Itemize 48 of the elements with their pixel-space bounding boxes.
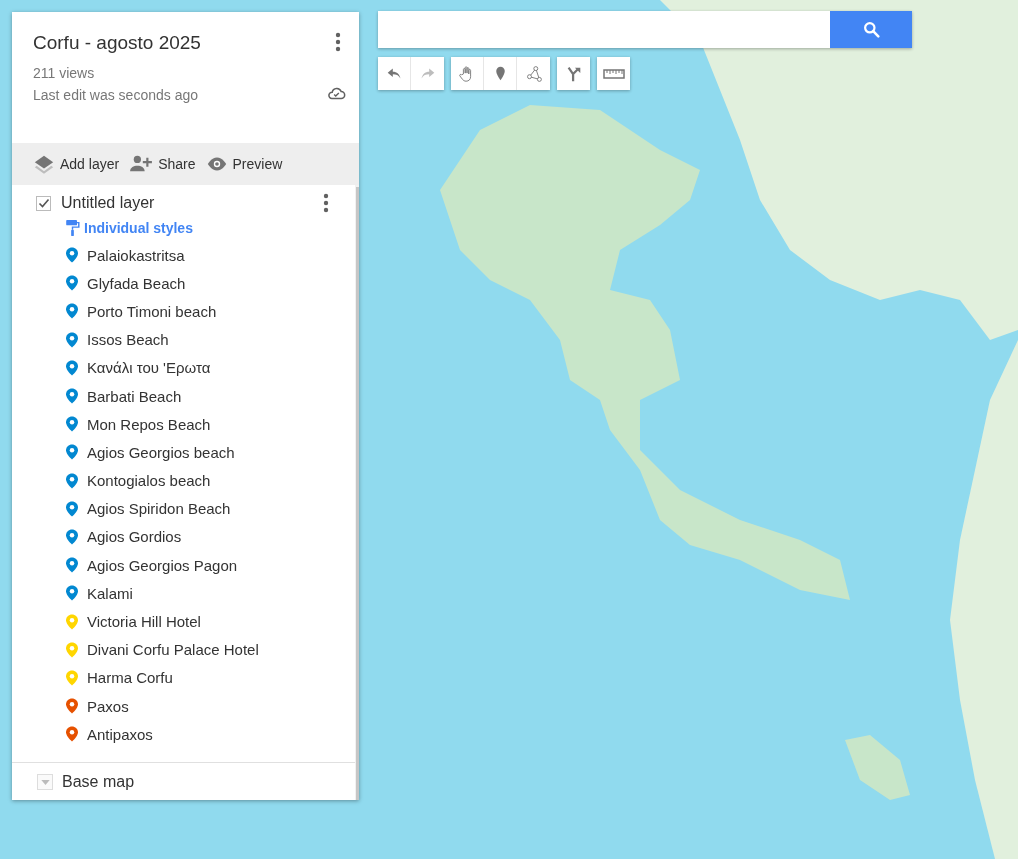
layer-name[interactable]: Untitled layer <box>61 194 155 212</box>
style-link[interactable]: Individual styles <box>84 220 193 236</box>
place-name[interactable]: Glyfada Beach <box>87 274 186 292</box>
draw-line-button[interactable] <box>517 57 550 90</box>
directions-button[interactable] <box>557 57 590 90</box>
last-edit-status: Last edit was seconds ago <box>33 87 198 103</box>
search-field[interactable] <box>378 11 830 48</box>
redo-button[interactable] <box>411 57 444 90</box>
more-options-icon[interactable] <box>335 32 341 52</box>
caret-icon <box>40 779 50 785</box>
map-title[interactable]: Corfu - agosto 2025 <box>33 32 201 54</box>
share-button[interactable]: Share <box>129 154 196 174</box>
place-name[interactable]: Antipaxos <box>87 725 153 743</box>
place-name[interactable]: Agios Georgios Pagon <box>87 556 238 574</box>
place-name[interactable]: Kontogialos beach <box>87 472 211 490</box>
search-button[interactable] <box>830 11 912 48</box>
undo-button[interactable] <box>378 57 411 90</box>
paint-roller-icon <box>65 219 80 237</box>
measure-button[interactable] <box>597 57 630 90</box>
base-map-label[interactable]: Base map <box>62 773 135 792</box>
place-name[interactable]: Barbati Beach <box>87 387 182 405</box>
ruler-icon <box>602 67 625 80</box>
layer-options-icon[interactable] <box>323 193 329 213</box>
place-name[interactable]: Harma Corfu <box>87 669 173 687</box>
place-name[interactable]: Paxos <box>87 697 129 715</box>
layer-checkbox[interactable] <box>36 195 51 211</box>
place-name[interactable]: Porto Timoni beach <box>87 302 217 320</box>
expand-toggle[interactable] <box>37 774 53 791</box>
place-name[interactable]: Agios Spiridon Beach <box>87 500 231 518</box>
place-name[interactable]: Issos Beach <box>87 331 169 349</box>
pan-tool-button[interactable] <box>451 57 484 90</box>
place-name[interactable]: Kalami <box>87 584 133 602</box>
preview-button[interactable]: Preview <box>205 153 283 175</box>
place-name[interactable]: Palaiokastritsa <box>87 246 185 264</box>
place-name[interactable]: Agios Gordios <box>87 528 182 546</box>
cloud-check-icon <box>327 86 346 100</box>
add-marker-button[interactable] <box>484 57 517 90</box>
place-name[interactable]: Mon Repos Beach <box>87 415 211 433</box>
add-person-icon <box>129 154 154 174</box>
place-name[interactable]: Divani Corfu Palace Hotel <box>87 641 259 659</box>
layers-icon <box>33 153 55 175</box>
line-nodes-icon <box>524 64 543 83</box>
place-name[interactable]: Victoria Hill Hotel <box>87 613 201 631</box>
view-count: 211 views <box>33 65 95 81</box>
place-name[interactable]: Agios Georgios beach <box>87 443 235 461</box>
search-icon <box>862 21 880 38</box>
add-layer-button[interactable]: Add layer <box>33 153 120 175</box>
place-name[interactable]: Κανάλι του 'Ερωτα <box>87 359 211 377</box>
